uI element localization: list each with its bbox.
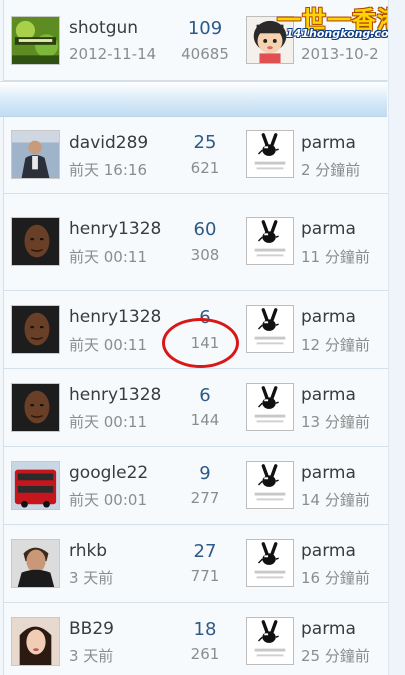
- last-post-time[interactable]: 14 分鐘前: [301, 489, 370, 510]
- annotation-circle: [162, 318, 239, 368]
- thread-author[interactable]: rhkb: [69, 541, 107, 561]
- view-count: 40685: [181, 45, 229, 63]
- last-post-time[interactable]: 13 分鐘前: [301, 411, 370, 432]
- bus-photo-icon: [12, 462, 59, 509]
- author-avatar-rhkb[interactable]: [11, 539, 60, 588]
- thread-row: henry1328 前天 00:11 6 144 parma 13 分鐘前: [4, 369, 388, 447]
- reply-count[interactable]: 109: [169, 18, 241, 39]
- last-poster-avatar[interactable]: [246, 130, 294, 178]
- bunny-logo-icon: [247, 462, 293, 508]
- author-avatar-david289[interactable]: [11, 130, 60, 179]
- reply-count[interactable]: 27: [169, 541, 241, 562]
- thread-post-date: 前天 00:11: [69, 413, 147, 431]
- view-count: 261: [190, 645, 220, 663]
- thread-author[interactable]: henry1328: [69, 219, 161, 239]
- thread-post-date: 3 天前: [69, 569, 114, 587]
- reply-count[interactable]: 9: [169, 463, 241, 484]
- thread-row: david289 前天 16:16 25 621 parma 2 分鐘前: [4, 116, 388, 194]
- view-count: 308: [190, 246, 220, 264]
- author-avatar-henry1328[interactable]: [11, 217, 60, 266]
- last-poster-name[interactable]: parma: [301, 219, 356, 239]
- author-avatar-shotgun[interactable]: [11, 16, 60, 65]
- view-count: 621: [190, 159, 220, 177]
- man-photo-icon: [12, 384, 59, 431]
- reply-count[interactable]: 6: [169, 385, 241, 406]
- last-post-time[interactable]: 25 分鐘前: [301, 645, 370, 666]
- last-poster-avatar[interactable]: [246, 383, 294, 431]
- view-count: 277: [190, 489, 220, 507]
- reply-count[interactable]: 25: [169, 132, 241, 153]
- thread-post-date: 3 天前: [69, 647, 114, 665]
- thread-post-date: 前天 00:01: [69, 491, 147, 509]
- view-count: 144: [190, 411, 220, 429]
- author-avatar-BB29[interactable]: [11, 617, 60, 666]
- author-avatar-henry1328[interactable]: [11, 383, 60, 432]
- last-poster-name[interactable]: parma: [301, 619, 356, 639]
- bunny-logo-icon: [247, 306, 293, 352]
- thread-author[interactable]: BB29: [69, 619, 114, 639]
- bunny-logo-icon: [247, 218, 293, 264]
- reply-count[interactable]: 60: [169, 219, 241, 240]
- last-poster-name[interactable]: parma: [301, 463, 356, 483]
- last-poster-name[interactable]: parma: [301, 307, 356, 327]
- man-photo-icon: [12, 218, 59, 265]
- last-poster-name[interactable]: parma: [301, 133, 356, 153]
- game-banner-icon: [12, 17, 59, 64]
- section-divider-bar: [0, 81, 387, 117]
- thread-row: google22 前天 00:01 9 277 parma 14 分鐘前: [4, 447, 388, 525]
- thread-author[interactable]: shotgun: [69, 18, 138, 38]
- last-poster-avatar[interactable]: [246, 539, 294, 587]
- thread-row: rhkb 3 天前 27 771 parma 16 分鐘前: [4, 525, 388, 603]
- thread-post-date: 前天 16:16: [69, 161, 147, 179]
- site-watermark: 一世一香港 141hongkong.com: [277, 3, 402, 40]
- last-poster-avatar[interactable]: [246, 461, 294, 509]
- author-avatar-henry1328[interactable]: [11, 305, 60, 354]
- page-scrollbar[interactable]: [388, 0, 405, 675]
- last-post-time[interactable]: 2 分鐘前: [301, 159, 360, 180]
- last-poster-avatar[interactable]: [246, 617, 294, 665]
- thread-post-date: 前天 00:11: [69, 248, 147, 266]
- last-post-time[interactable]: 16 分鐘前: [301, 567, 370, 588]
- bunny-logo-icon: [247, 384, 293, 430]
- woman-photo-icon: [12, 618, 59, 665]
- last-post-time[interactable]: 2013-10-2: [301, 45, 379, 63]
- bunny-logo-icon: [247, 540, 293, 586]
- last-poster-avatar[interactable]: [246, 217, 294, 265]
- last-post-time[interactable]: 12 分鐘前: [301, 334, 370, 355]
- thread-post-date: 前天 00:11: [69, 336, 147, 354]
- thread-author[interactable]: david289: [69, 133, 148, 153]
- reply-count[interactable]: 18: [169, 619, 241, 640]
- man-photo-icon: [12, 540, 59, 587]
- author-avatar-google22[interactable]: [11, 461, 60, 510]
- last-poster-name[interactable]: parma: [301, 385, 356, 405]
- man-photo-icon: [12, 131, 59, 178]
- thread-author[interactable]: henry1328: [69, 385, 161, 405]
- thread-row: henry1328 前天 00:11 60 308 parma 11 分鐘前: [4, 194, 388, 291]
- bunny-logo-icon: [247, 131, 293, 177]
- thread-row: BB29 3 天前 18 261 parma 25 分鐘前: [4, 603, 388, 675]
- view-count: 771: [190, 567, 220, 585]
- man-photo-icon: [12, 306, 59, 353]
- last-poster-name[interactable]: parma: [301, 541, 356, 561]
- last-poster-avatar[interactable]: [246, 305, 294, 353]
- thread-author[interactable]: henry1328: [69, 307, 161, 327]
- thread-author[interactable]: google22: [69, 463, 148, 483]
- last-post-time[interactable]: 11 分鐘前: [301, 246, 370, 267]
- thread-post-date: 2012-11-14: [69, 45, 157, 63]
- bunny-logo-icon: [247, 618, 293, 664]
- watermark-url: 141hongkong.com: [286, 27, 400, 40]
